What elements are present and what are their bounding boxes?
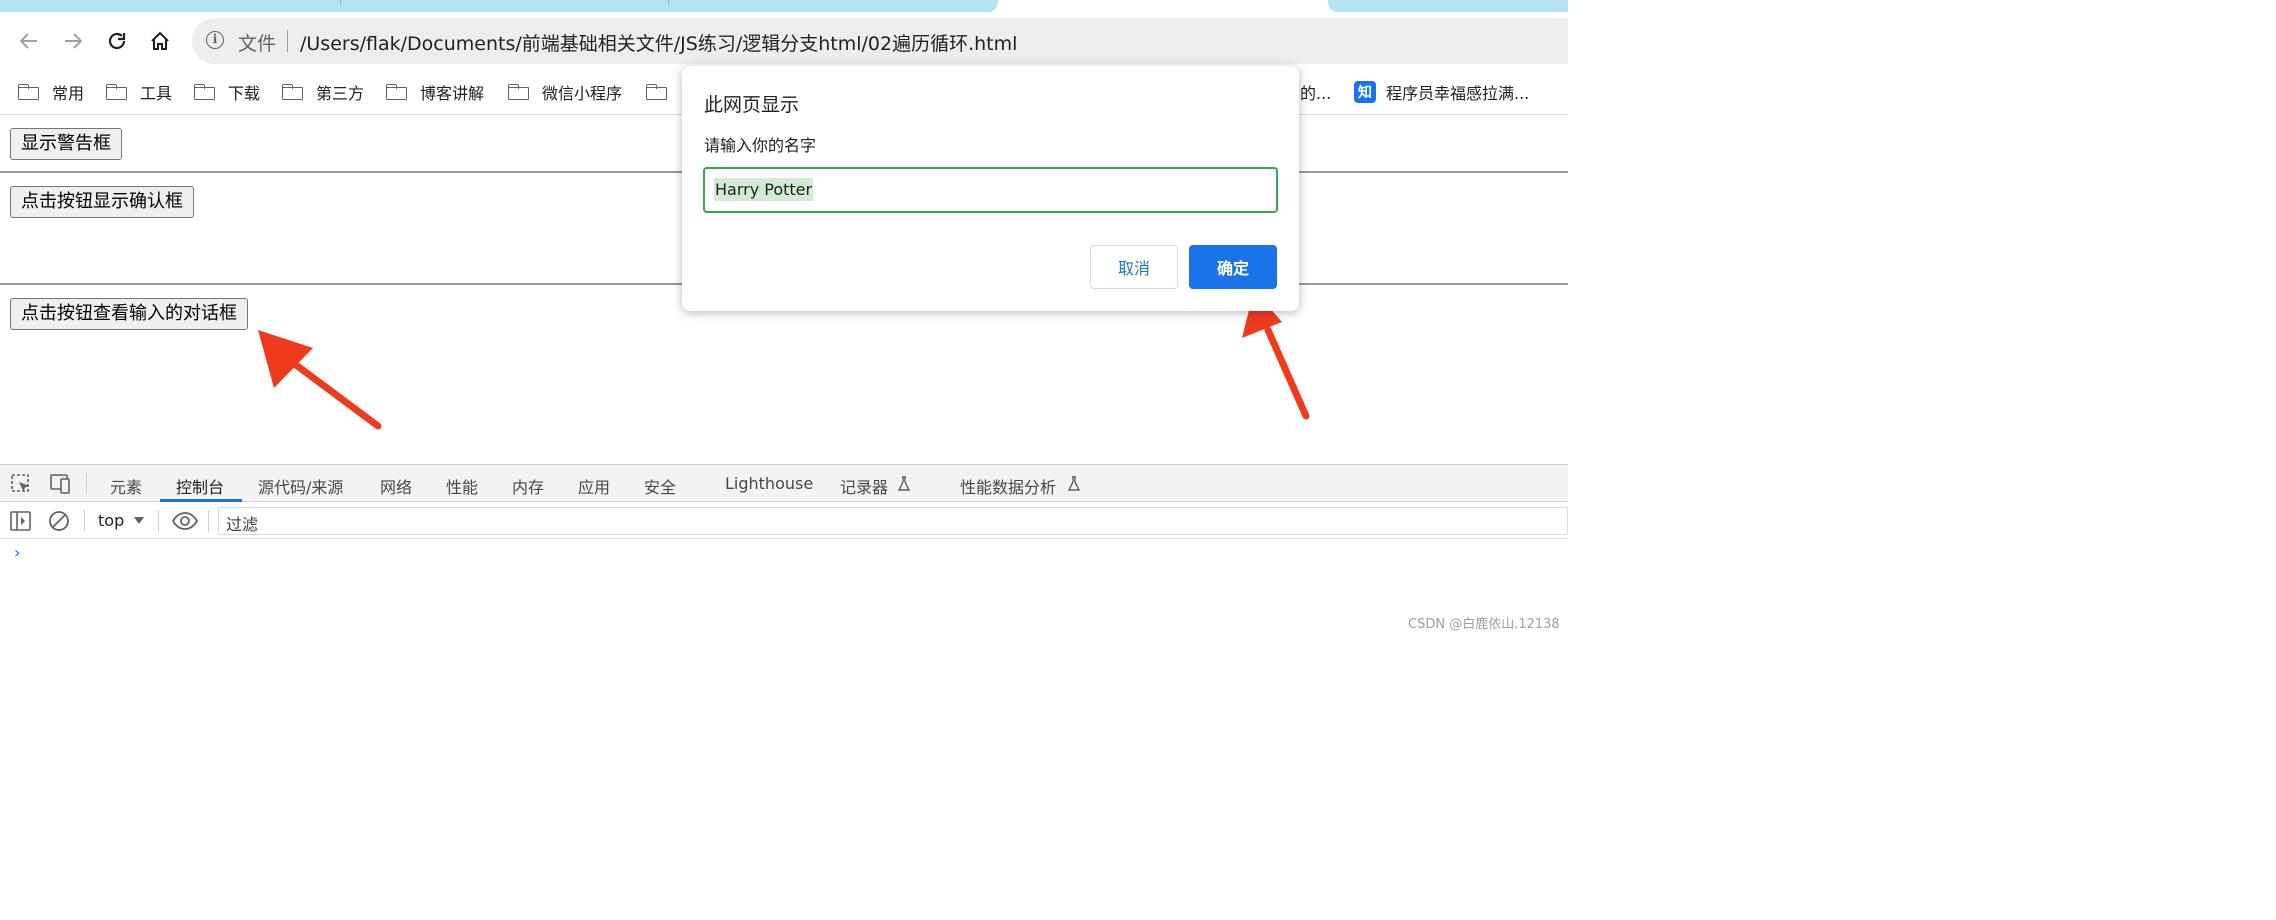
- tab-divider: [340, 0, 341, 5]
- prompt-dialog: 此网页显示 请输入你的名字 Harry Potter 取消 确定: [682, 66, 1299, 311]
- bookmark-item[interactable]: 微信小程序: [508, 80, 622, 104]
- bookmark-item[interactable]: 下载: [194, 80, 260, 104]
- console-prompt-icon[interactable]: ›: [14, 543, 20, 562]
- tab-network[interactable]: 网络: [380, 474, 412, 498]
- bookmark-item[interactable]: 常用: [18, 80, 84, 104]
- filter-placeholder: 过滤: [226, 515, 259, 534]
- tab-security[interactable]: 安全: [644, 474, 676, 498]
- bookmark-item-partial[interactable]: 的...: [1300, 80, 1331, 104]
- tab-sources[interactable]: 源代码/来源: [258, 474, 343, 498]
- tab-performance[interactable]: 性能: [446, 474, 478, 498]
- home-button[interactable]: [145, 26, 175, 56]
- tab-divider: [668, 0, 669, 5]
- forward-button[interactable]: [58, 26, 88, 56]
- bookmark-item[interactable]: 博客讲解: [386, 80, 484, 104]
- tab-application[interactable]: 应用: [578, 474, 610, 498]
- security-label: 文件: [238, 33, 277, 55]
- arrow-left-icon: [19, 33, 37, 49]
- tab-elements[interactable]: 元素: [110, 474, 142, 498]
- clear-console-icon[interactable]: [48, 510, 70, 532]
- show-prompt-button[interactable]: 点击按钮查看输入的对话框: [10, 298, 248, 330]
- ok-button[interactable]: 确定: [1189, 245, 1277, 289]
- home-icon: [151, 31, 169, 50]
- tab-memory[interactable]: 内存: [512, 474, 544, 498]
- bookmark-item-zhihu[interactable]: 知程序员幸福感拉满...: [1354, 80, 1529, 104]
- tab-performance-insights[interactable]: 性能数据分析: [960, 474, 1056, 498]
- flask-icon: [897, 476, 911, 491]
- tab-lighthouse[interactable]: Lighthouse: [725, 474, 813, 493]
- filter-input[interactable]: [218, 507, 1568, 535]
- inspect-element-icon[interactable]: [10, 473, 32, 495]
- reload-button[interactable]: [102, 26, 132, 56]
- eye-icon[interactable]: [172, 511, 198, 531]
- flask-icon: [1067, 476, 1081, 491]
- show-alert-button[interactable]: 显示警告框: [10, 128, 122, 160]
- folder-icon: [508, 84, 530, 100]
- folder-icon: [194, 84, 216, 100]
- tab-console[interactable]: 控制台: [176, 474, 224, 498]
- bookmark-item[interactable]: 第三方: [282, 80, 364, 104]
- cancel-button[interactable]: 取消: [1090, 245, 1178, 289]
- tab-recorder[interactable]: 记录器: [840, 474, 888, 498]
- zhihu-icon: 知: [1354, 81, 1376, 103]
- device-toolbar-icon[interactable]: [47, 473, 73, 495]
- folder-icon: [646, 84, 668, 100]
- chevron-down-icon[interactable]: [133, 516, 145, 526]
- reload-icon: [108, 32, 126, 50]
- back-button[interactable]: [14, 26, 44, 56]
- dialog-title: 此网页显示: [704, 94, 800, 116]
- context-selector[interactable]: top: [98, 511, 124, 530]
- toolbar-divider: [158, 510, 159, 532]
- bookmark-item[interactable]: 工具: [106, 80, 172, 104]
- toolbar-divider: [84, 510, 85, 532]
- toolbar-divider: [86, 473, 87, 493]
- dialog-message: 请输入你的名字: [704, 136, 817, 155]
- arrow-right-icon: [65, 33, 83, 49]
- bookmark-item[interactable]: [646, 80, 680, 104]
- folder-icon: [386, 84, 408, 100]
- tab-active-group[interactable]: [0, 0, 998, 12]
- watermark: CSDN @白鹿依山.12138: [1408, 617, 1560, 632]
- tab-right-group[interactable]: [1328, 0, 1568, 12]
- annotation-arrow-icon: [258, 330, 382, 430]
- folder-icon: [18, 84, 40, 100]
- toolbar-divider: [208, 510, 209, 532]
- sidebar-toggle-icon[interactable]: [10, 511, 32, 531]
- show-confirm-button[interactable]: 点击按钮显示确认框: [10, 186, 194, 218]
- url-text[interactable]: /Users/flak/Documents/前端基础相关文件/JS练习/逻辑分支…: [300, 29, 1017, 56]
- info-icon[interactable]: i: [206, 31, 224, 49]
- folder-icon: [282, 84, 304, 100]
- dialog-input-value[interactable]: Harry Potter: [714, 178, 814, 201]
- active-tab-indicator: [160, 499, 242, 502]
- folder-icon: [106, 84, 128, 100]
- omnibox-divider: [287, 30, 288, 52]
